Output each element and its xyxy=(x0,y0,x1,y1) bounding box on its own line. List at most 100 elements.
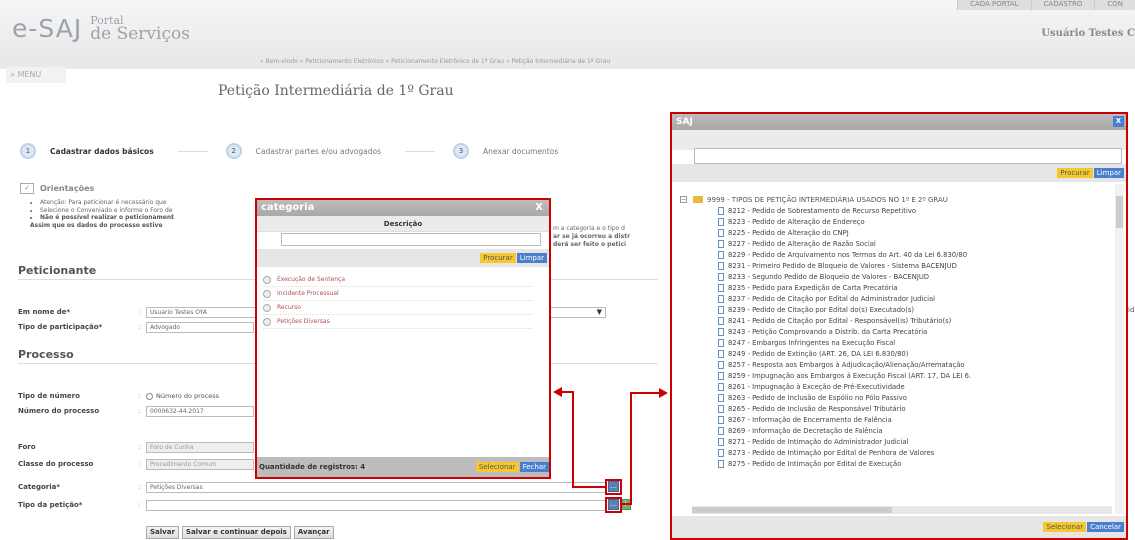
tree-item[interactable]: 8241 - Pedido de Citação por Edital - Re… xyxy=(680,315,1110,326)
list-item[interactable]: Recurso xyxy=(263,301,533,315)
categoria-search-input[interactable] xyxy=(281,233,541,246)
document-icon xyxy=(718,327,724,336)
logo-sub2: de Serviços xyxy=(90,24,190,44)
highlight-categoria-button xyxy=(605,479,622,495)
row-foro: Foro : Foro de Cunha xyxy=(18,441,254,453)
tree-item[interactable]: 8271 - Pedido de Intimação do Administra… xyxy=(680,436,1110,447)
tree-item[interactable]: 8235 - Pedido para Expedição de Carta Pr… xyxy=(680,282,1110,293)
tree-item[interactable]: 8223 - Pedido de Alteração de Endereço xyxy=(680,216,1110,227)
tree-item[interactable]: 8263 - Pedido de Inclusão de Espólio no … xyxy=(680,392,1110,403)
selecionar-button[interactable]: Selecionar xyxy=(1043,522,1087,532)
vertical-scrollbar[interactable] xyxy=(1115,184,1124,514)
document-icon xyxy=(718,393,724,402)
radio[interactable] xyxy=(263,275,271,284)
tipo-numero-radio[interactable] xyxy=(146,392,153,400)
document-icon xyxy=(718,459,724,468)
close-icon[interactable]: X xyxy=(1113,116,1124,127)
radio[interactable] xyxy=(263,317,271,326)
save-button[interactable]: Salvar xyxy=(146,526,179,539)
tree-item[interactable]: 8239 - Pedido de Citação por Edital do(s… xyxy=(680,304,1110,315)
cancelar-button[interactable]: Cancelar xyxy=(1087,522,1124,532)
step-1[interactable]: 1 Cadastrar dados básicos xyxy=(20,143,154,159)
tree-item-label: 8233 - Segundo Pedido de Bloqueio de Val… xyxy=(728,272,930,281)
tree-item[interactable]: 8275 - Pedido de Intimação por Edital de… xyxy=(680,458,1110,469)
tree-item-label: 8273 - Pedido de Intimação por Edital de… xyxy=(728,448,935,457)
tree-item[interactable]: 8257 - Resposta aos Embargos à Adjudicaç… xyxy=(680,359,1110,370)
guidance-toggle-icon[interactable]: ✓ xyxy=(20,183,34,194)
collapse-icon[interactable]: − xyxy=(680,196,687,203)
highlight-tipo-peticao-button xyxy=(605,497,622,513)
tree-item-label: 8271 - Pedido de Intimação do Administra… xyxy=(728,437,909,446)
tree-item-label: 8231 - Primeiro Pedido de Bloqueio de Va… xyxy=(728,261,957,270)
top-link-cadastro[interactable]: CADASTRO xyxy=(1030,0,1095,10)
list-item[interactable]: Incidente Processual xyxy=(263,287,533,301)
tree-item[interactable]: 8269 - Informação de Decretação de Falên… xyxy=(680,425,1110,436)
categoria-list: Execução de Sentença Incidente Processua… xyxy=(257,267,549,329)
tree-item[interactable]: 8225 - Pedido de Alteração do CNPJ xyxy=(680,227,1110,238)
categoria-dialog-title: categoria xyxy=(261,202,315,213)
column-header-descricao[interactable]: Descrição xyxy=(257,216,549,232)
numero-processo-label: Número do processo xyxy=(18,407,100,415)
procurar-button[interactable]: Procurar xyxy=(1057,168,1093,178)
chevron-down-icon: ▼ xyxy=(596,307,602,316)
radio[interactable] xyxy=(263,303,271,312)
tree-item[interactable]: 8265 - Pedido de Inclusão de Responsável… xyxy=(680,403,1110,414)
tree-item[interactable]: 8267 - Informação de Encerramento de Fal… xyxy=(680,414,1110,425)
scroll-thumb[interactable] xyxy=(692,507,892,513)
tipo-peticao-dialog: SAJ X Procurar Limpar − 9999 - TIPOS DE … xyxy=(670,112,1128,540)
procurar-button[interactable]: Procurar xyxy=(480,253,516,263)
row-tipo-peticao: Tipo da petição* : xyxy=(18,499,606,511)
tree-item[interactable]: 8259 - Impugnação aos Embargos à Execuçã… xyxy=(680,370,1110,381)
menu-button[interactable]: » MENU xyxy=(6,67,66,83)
radio[interactable] xyxy=(263,289,271,298)
form-button-bar: Salvar Salvar e continuar depois Avançar xyxy=(146,526,337,539)
fechar-button[interactable]: Fechar xyxy=(519,462,549,472)
step-3[interactable]: 3 Anexar documentos xyxy=(453,143,558,159)
horizontal-scrollbar[interactable] xyxy=(692,506,1112,514)
tree-item[interactable]: 8237 - Pedido de Citação por Edital do A… xyxy=(680,293,1110,304)
top-bar: e-SAJ Portal de Serviços CADA PORTAL CAD… xyxy=(0,0,1135,56)
tree-item[interactable]: 8233 - Segundo Pedido de Bloqueio de Val… xyxy=(680,271,1110,282)
user-name[interactable]: Usuário Testes C xyxy=(1041,28,1135,39)
step-2[interactable]: 2 Cadastrar partes e/ou advogados xyxy=(225,143,381,159)
list-item[interactable]: Execução de Sentença xyxy=(263,273,533,287)
esaj-logo[interactable]: e-SAJ Portal de Serviços xyxy=(12,14,190,43)
saj-search-input[interactable] xyxy=(694,148,1122,164)
tree-item-label: 8267 - Informação de Encerramento de Fal… xyxy=(728,415,892,424)
tree-item[interactable]: 8212 - Pedido de Sobrestamento de Recurs… xyxy=(680,205,1110,216)
limpar-button[interactable]: Limpar xyxy=(516,253,547,263)
tree-item[interactable]: 8249 - Pedido de Extinção (ART. 26, DA L… xyxy=(680,348,1110,359)
saj-dialog-title: SAJ xyxy=(676,117,693,127)
step-2-number: 2 xyxy=(225,143,242,159)
categoria-label: Categoria* xyxy=(18,483,61,491)
close-icon[interactable]: X xyxy=(535,200,543,216)
tree-item[interactable]: 8247 - Embargos Infringentes na Execução… xyxy=(680,337,1110,348)
tree-item[interactable]: 8273 - Pedido de Intimação por Edital de… xyxy=(680,447,1110,458)
breadcrumb[interactable]: » Bem-vindo » Peticionamento Eletrônico … xyxy=(0,55,1135,69)
advance-button[interactable]: Avançar xyxy=(293,526,334,539)
scroll-thumb[interactable] xyxy=(1116,196,1123,228)
selecionar-button[interactable]: Selecionar xyxy=(475,462,519,472)
tree-root-node[interactable]: − 9999 - TIPOS DE PETIÇÃO INTERMEDIÁRIA … xyxy=(680,194,1110,205)
document-icon xyxy=(718,283,724,292)
tipo-participacao-select[interactable]: Advogado xyxy=(146,321,254,333)
arrow-right-icon xyxy=(659,388,668,398)
document-icon xyxy=(718,437,724,446)
tree-item[interactable]: 8243 - Petição Comprovando a Distrib. da… xyxy=(680,326,1110,337)
top-link-portal[interactable]: CADA PORTAL xyxy=(957,0,1031,10)
tree-item[interactable]: 8261 - Impugnação à Exceção de Pré-Execu… xyxy=(680,381,1110,392)
tree-item[interactable]: 8231 - Primeiro Pedido de Bloqueio de Va… xyxy=(680,260,1110,271)
limpar-button[interactable]: Limpar xyxy=(1093,168,1124,178)
top-link-con[interactable]: CON xyxy=(1094,0,1135,10)
tree-item[interactable]: 8227 - Pedido de Alteração de Razão Soci… xyxy=(680,238,1110,249)
classe-field: Procedimento Comum xyxy=(146,458,254,470)
document-icon xyxy=(718,349,724,358)
categoria-field[interactable]: Petições Diversas xyxy=(146,481,606,493)
numero-processo-input[interactable]: 0000632-44.2017 xyxy=(146,405,254,417)
save-continue-button[interactable]: Salvar e continuar depois xyxy=(181,526,291,539)
tree-item-label: 8237 - Pedido de Citação por Edital do A… xyxy=(728,294,936,303)
tree-item[interactable]: 8229 - Pedido de Arquivamento nos Termos… xyxy=(680,249,1110,260)
tree-item-label: 8265 - Pedido de Inclusão de Responsável… xyxy=(728,404,906,413)
tipo-peticao-field[interactable] xyxy=(146,499,606,511)
list-item[interactable]: Petições Diversas xyxy=(263,315,533,329)
